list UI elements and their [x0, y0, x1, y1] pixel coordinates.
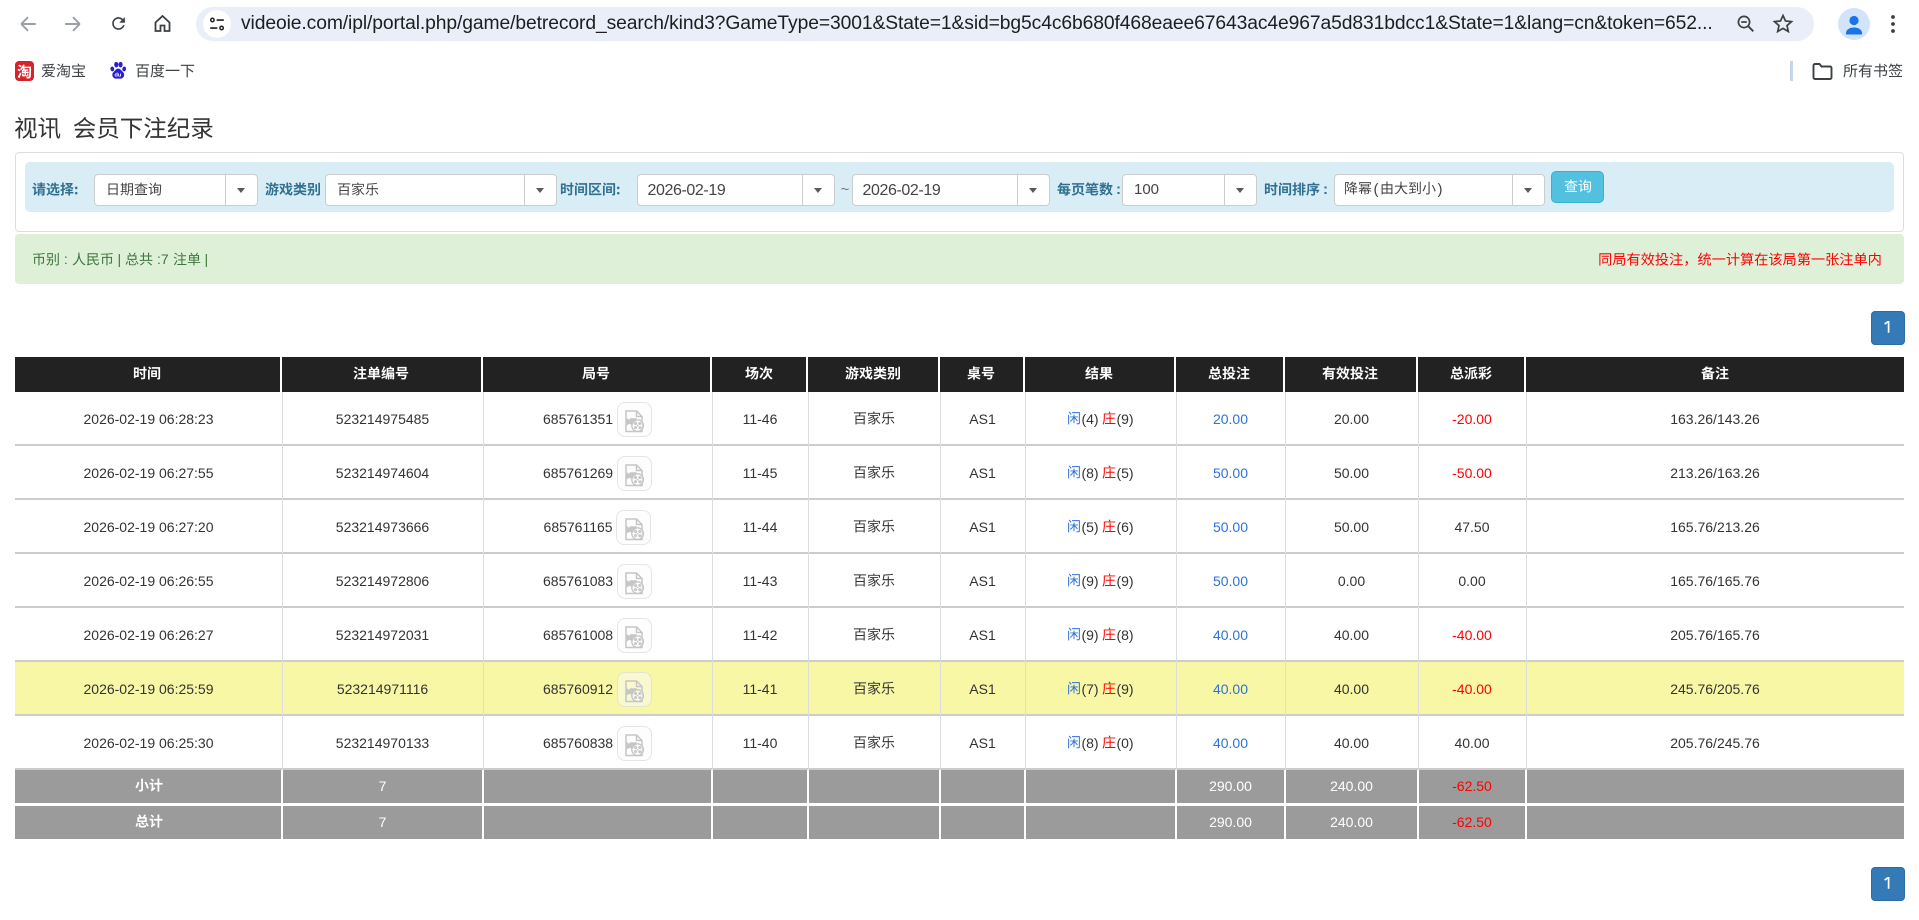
- svg-text:du: du: [114, 72, 121, 78]
